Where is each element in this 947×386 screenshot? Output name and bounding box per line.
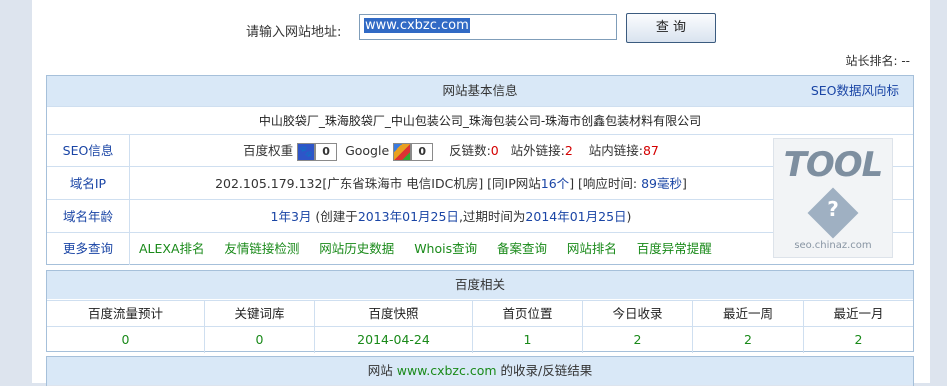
baidu-weight-label: 百度权重 [243, 143, 294, 158]
basic-info-title: 网站基本信息 [442, 83, 518, 98]
baidu-alert-link[interactable]: 百度异常提醒 [637, 241, 712, 256]
result-header: 网站 www.cxbzc.com 的收录/反链结果 [47, 357, 913, 385]
internal-links-label: 站内链接: [588, 143, 643, 158]
url-input[interactable]: www.cxbzc.com [359, 14, 617, 40]
result-domain-link[interactable]: www.cxbzc.com [397, 363, 497, 378]
col-last-month: 最近一月 [833, 306, 884, 321]
google-label: Google [345, 143, 390, 158]
snapshot-value[interactable]: 2014-04-24 [315, 327, 473, 353]
col-home-position: 首页位置 [473, 301, 583, 327]
google-icon [393, 143, 412, 161]
col-today-indexed: 今日收录 [583, 301, 693, 327]
seo-label[interactable]: SEO信息 [47, 135, 130, 167]
age-text-b: ,过期时间为 [458, 209, 526, 224]
response-time: 89毫秒 [641, 176, 683, 191]
ip-info-end: ] [682, 176, 687, 191]
baidu-values-row: 0 0 2014-04-24 1 2 2 2 [47, 326, 913, 353]
main-panel: 请输入网站地址: www.cxbzc.com 查 询 站长排名: -- 网站基本… [32, 0, 930, 386]
friend-link-check-link[interactable]: 友情链接检测 [224, 241, 299, 256]
webmaster-rank: 站长排名: -- [845, 54, 910, 68]
more-query-label: 更多查询 [47, 233, 130, 265]
home-position-value: 1 [473, 327, 583, 353]
col-baidu-traffic: 百度流量预计 [47, 301, 205, 327]
ip-cell: 202.105.179.132[广东省珠海市 电信IDC机房] [同IP网站16… [129, 167, 773, 200]
col-last-week: 最近一周 [693, 301, 804, 327]
tool-logo-url: seo.chinaz.com [794, 240, 872, 251]
baidu-weight-badge[interactable]: 🐾 0 [297, 136, 338, 168]
ip-info: 202.105.179.132[广东省珠海市 电信IDC机房] [同IP网站 [215, 176, 541, 191]
ip-label: 域名IP [47, 167, 130, 200]
external-links-label: 站外链接: [510, 143, 565, 158]
site-rank-link[interactable]: 网站排名 [567, 241, 617, 256]
baidu-related-title: 百度相关 [454, 277, 505, 292]
seo-trend-link[interactable]: SEO数据风向标 [811, 76, 899, 106]
age-text-a: (创建于 [311, 209, 358, 224]
col-snapshot: 百度快照 [315, 301, 473, 327]
expire-date: 2014年01月25日 [525, 209, 627, 224]
more-query-links: ALEXA排名 友情链接检测 网站历史数据 Whois查询 备案查询 网站排名 … [129, 233, 773, 265]
baidu-related-box: 百度相关 百度流量预计 关键词库 百度快照 首页位置 今日收录 最近一周 最近一… [46, 270, 914, 353]
last-month-value[interactable]: 2 [804, 327, 913, 353]
internal-links-value[interactable]: 87 [643, 143, 659, 158]
baidu-header-row: 百度流量预计 关键词库 百度快照 首页位置 今日收录 最近一周 最近一月 [47, 300, 913, 327]
external-links-value[interactable]: 2 [565, 143, 573, 158]
whois-link[interactable]: Whois查询 [414, 241, 477, 256]
google-pr-badge[interactable]: 0 [393, 136, 434, 168]
google-pr-value: 0 [411, 143, 434, 161]
age-text-c: ) [626, 209, 632, 224]
age-label: 域名年龄 [47, 200, 130, 233]
ip-info-mid: ] [响应时间: [569, 176, 642, 191]
backlinks-value[interactable]: 0 [491, 143, 499, 158]
url-input-value: www.cxbzc.com [364, 18, 470, 33]
result-box: 网站 www.cxbzc.com 的收录/反链结果 [46, 356, 914, 386]
tool-logo-word: TOOL [783, 145, 884, 185]
baidu-related-header: 百度相关 [47, 271, 913, 299]
age-cell: 1年3月 (创建于2013年01月25日,过期时间为2014年01月25日) [129, 200, 773, 233]
search-label: 请输入网站地址: [246, 25, 342, 40]
site-title: 中山胶袋厂_珠海胶袋厂_中山包装公司_珠海包装公司-珠海市创鑫包装材料有限公司 [258, 114, 702, 128]
baidu-traffic-value: 0 [47, 327, 205, 353]
baidu-paw-icon: 🐾 [297, 143, 316, 161]
chinaz-tool-logo[interactable]: TOOL ? seo.chinaz.com [773, 138, 893, 258]
result-prefix: 网站 [367, 363, 397, 378]
icp-record-link[interactable]: 备案查询 [497, 241, 547, 256]
result-suffix: 的收录/反链结果 [496, 363, 593, 378]
last-week-value[interactable]: 2 [693, 327, 804, 353]
query-button[interactable]: 查 询 [626, 13, 716, 43]
site-title-row: 中山胶袋厂_珠海胶袋厂_中山包装公司_珠海包装公司-珠海市创鑫包装材料有限公司 [47, 106, 913, 135]
created-date: 2013年01月25日 [357, 209, 459, 224]
baidu-weight-value: 0 [315, 143, 338, 161]
keywords-value[interactable]: 0 [205, 327, 315, 353]
alexa-rank-link[interactable]: ALEXA排名 [139, 241, 205, 256]
backlinks-label: 反链数: [449, 143, 491, 158]
seo-cell: 百度权重 🐾 0 Google 0 反链数:0 站外链接:2 站内链接:87 [129, 135, 773, 167]
site-history-link[interactable]: 网站历史数据 [319, 241, 394, 256]
today-indexed-value[interactable]: 2 [583, 327, 693, 353]
col-keywords: 关键词库 [205, 301, 315, 327]
question-mark-icon: ? [827, 197, 839, 221]
same-ip-count[interactable]: 16个 [541, 176, 569, 191]
search-bar: 请输入网站地址: www.cxbzc.com 查 询 [32, 13, 930, 43]
basic-info-header: 网站基本信息 SEO数据风向标 [47, 76, 913, 106]
domain-age: 1年3月 [270, 209, 312, 224]
